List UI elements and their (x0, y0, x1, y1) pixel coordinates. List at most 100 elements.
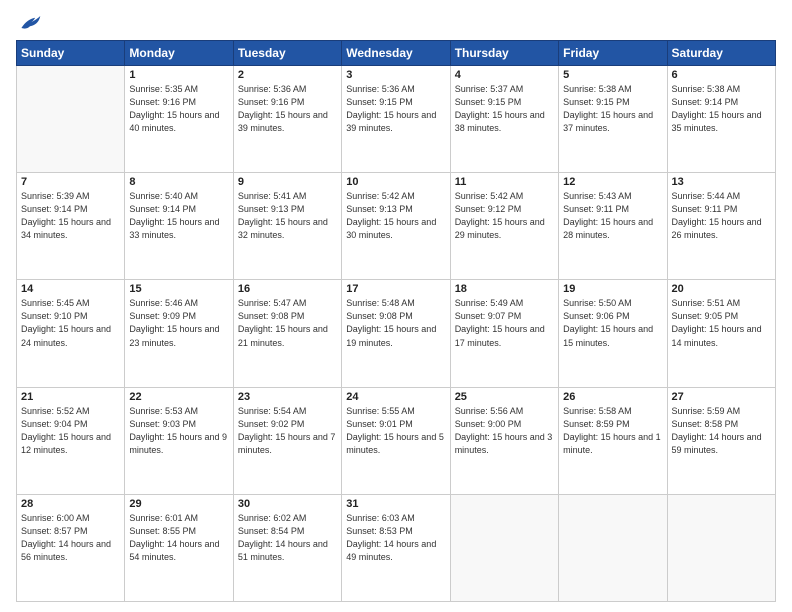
day-number: 15 (129, 283, 228, 295)
day-info: Sunrise: 6:01 AM Sunset: 8:55 PM Dayligh… (129, 512, 228, 564)
calendar-header-row: SundayMondayTuesdayWednesdayThursdayFrid… (17, 41, 776, 66)
day-info: Sunrise: 6:03 AM Sunset: 8:53 PM Dayligh… (346, 512, 445, 564)
day-info: Sunrise: 5:52 AM Sunset: 9:04 PM Dayligh… (21, 405, 120, 457)
calendar-cell (17, 66, 125, 173)
calendar-cell: 13 Sunrise: 5:44 AM Sunset: 9:11 PM Dayli… (667, 173, 775, 280)
calendar-cell: 20Sunrise: 5:51 AM Sunset: 9:05 PM Dayli… (667, 280, 775, 387)
calendar-cell: 11Sunrise: 5:42 AM Sunset: 9:12 PM Dayli… (450, 173, 558, 280)
calendar-week-row: 14 Sunrise: 5:45 AM Sunset: 9:10 PM Dayli… (17, 280, 776, 387)
day-number: 10 (346, 176, 445, 188)
calendar-week-row: 21Sunrise: 5:52 AM Sunset: 9:04 PM Dayli… (17, 387, 776, 494)
calendar-cell: 26 Sunrise: 5:58 AM Sunset: 8:59 PM Dayli… (559, 387, 667, 494)
day-info: Sunrise: 5:46 AM Sunset: 9:09 PM Dayligh… (129, 297, 228, 349)
col-header-saturday: Saturday (667, 41, 775, 66)
day-info: Sunrise: 5:42 AM Sunset: 9:13 PM Dayligh… (346, 190, 445, 242)
calendar-cell (667, 494, 775, 601)
day-info: Sunrise: 5:45 AM Sunset: 9:10 PM Dayligh… (21, 297, 120, 349)
calendar-cell: 30 Sunrise: 6:02 AM Sunset: 8:54 PM Dayli… (233, 494, 341, 601)
calendar-cell: 12Sunrise: 5:43 AM Sunset: 9:11 PM Dayli… (559, 173, 667, 280)
day-number: 4 (455, 69, 554, 81)
day-info: Sunrise: 5:42 AM Sunset: 9:12 PM Dayligh… (455, 190, 554, 242)
calendar-cell: 29 Sunrise: 6:01 AM Sunset: 8:55 PM Dayli… (125, 494, 233, 601)
day-info: Sunrise: 5:48 AM Sunset: 9:08 PM Dayligh… (346, 297, 445, 349)
calendar-cell (450, 494, 558, 601)
day-info: Sunrise: 5:40 AM Sunset: 9:14 PM Dayligh… (129, 190, 228, 242)
day-number: 13 (672, 176, 771, 188)
day-info: Sunrise: 5:56 AM Sunset: 9:00 PM Dayligh… (455, 405, 554, 457)
logo (16, 12, 42, 32)
day-number: 16 (238, 283, 337, 295)
calendar-cell: 9 Sunrise: 5:41 AM Sunset: 9:13 PM Daylig… (233, 173, 341, 280)
day-number: 14 (21, 283, 120, 295)
calendar-cell: 17 Sunrise: 5:48 AM Sunset: 9:08 PM Dayli… (342, 280, 450, 387)
calendar-cell: 3Sunrise: 5:36 AM Sunset: 9:15 PM Daylig… (342, 66, 450, 173)
col-header-thursday: Thursday (450, 41, 558, 66)
calendar-cell: 8 Sunrise: 5:40 AM Sunset: 9:14 PM Daylig… (125, 173, 233, 280)
calendar-cell (559, 494, 667, 601)
calendar-cell: 5 Sunrise: 5:38 AM Sunset: 9:15 PM Daylig… (559, 66, 667, 173)
day-info: Sunrise: 5:44 AM Sunset: 9:11 PM Dayligh… (672, 190, 771, 242)
page: SundayMondayTuesdayWednesdayThursdayFrid… (0, 0, 792, 612)
col-header-sunday: Sunday (17, 41, 125, 66)
calendar-cell: 19 Sunrise: 5:50 AM Sunset: 9:06 PM Dayli… (559, 280, 667, 387)
calendar-cell: 10 Sunrise: 5:42 AM Sunset: 9:13 PM Dayli… (342, 173, 450, 280)
day-info: Sunrise: 5:43 AM Sunset: 9:11 PM Dayligh… (563, 190, 662, 242)
day-info: Sunrise: 5:37 AM Sunset: 9:15 PM Dayligh… (455, 83, 554, 135)
calendar-week-row: 1 Sunrise: 5:35 AM Sunset: 9:16 PM Daylig… (17, 66, 776, 173)
day-number: 8 (129, 176, 228, 188)
day-info: Sunrise: 5:38 AM Sunset: 9:15 PM Dayligh… (563, 83, 662, 135)
calendar-table: SundayMondayTuesdayWednesdayThursdayFrid… (16, 40, 776, 602)
day-info: Sunrise: 5:58 AM Sunset: 8:59 PM Dayligh… (563, 405, 662, 457)
day-number: 29 (129, 498, 228, 510)
day-number: 24 (346, 391, 445, 403)
day-number: 1 (129, 69, 228, 81)
day-info: Sunrise: 5:39 AM Sunset: 9:14 PM Dayligh… (21, 190, 120, 242)
calendar-cell: 2Sunrise: 5:36 AM Sunset: 9:16 PM Daylig… (233, 66, 341, 173)
col-header-tuesday: Tuesday (233, 41, 341, 66)
calendar-cell: 16 Sunrise: 5:47 AM Sunset: 9:08 PM Dayli… (233, 280, 341, 387)
calendar-cell: 25 Sunrise: 5:56 AM Sunset: 9:00 PM Dayli… (450, 387, 558, 494)
day-info: Sunrise: 5:55 AM Sunset: 9:01 PM Dayligh… (346, 405, 445, 457)
calendar-cell: 31 Sunrise: 6:03 AM Sunset: 8:53 PM Dayli… (342, 494, 450, 601)
calendar-cell: 23Sunrise: 5:54 AM Sunset: 9:02 PM Dayli… (233, 387, 341, 494)
col-header-wednesday: Wednesday (342, 41, 450, 66)
day-number: 25 (455, 391, 554, 403)
calendar-cell: 28Sunrise: 6:00 AM Sunset: 8:57 PM Dayli… (17, 494, 125, 601)
calendar-week-row: 28Sunrise: 6:00 AM Sunset: 8:57 PM Dayli… (17, 494, 776, 601)
day-number: 5 (563, 69, 662, 81)
day-info: Sunrise: 6:02 AM Sunset: 8:54 PM Dayligh… (238, 512, 337, 564)
day-number: 22 (129, 391, 228, 403)
day-info: Sunrise: 5:59 AM Sunset: 8:58 PM Dayligh… (672, 405, 771, 457)
day-number: 9 (238, 176, 337, 188)
day-number: 18 (455, 283, 554, 295)
day-number: 19 (563, 283, 662, 295)
calendar-cell: 21Sunrise: 5:52 AM Sunset: 9:04 PM Dayli… (17, 387, 125, 494)
calendar-cell: 6Sunrise: 5:38 AM Sunset: 9:14 PM Daylig… (667, 66, 775, 173)
day-number: 17 (346, 283, 445, 295)
day-number: 26 (563, 391, 662, 403)
day-info: Sunrise: 5:53 AM Sunset: 9:03 PM Dayligh… (129, 405, 228, 457)
day-number: 30 (238, 498, 337, 510)
calendar-cell: 14 Sunrise: 5:45 AM Sunset: 9:10 PM Dayli… (17, 280, 125, 387)
day-number: 31 (346, 498, 445, 510)
day-number: 6 (672, 69, 771, 81)
col-header-friday: Friday (559, 41, 667, 66)
header (16, 12, 776, 32)
calendar-cell: 1 Sunrise: 5:35 AM Sunset: 9:16 PM Daylig… (125, 66, 233, 173)
day-info: Sunrise: 5:41 AM Sunset: 9:13 PM Dayligh… (238, 190, 337, 242)
calendar-week-row: 7 Sunrise: 5:39 AM Sunset: 9:14 PM Daylig… (17, 173, 776, 280)
calendar-cell: 27 Sunrise: 5:59 AM Sunset: 8:58 PM Dayli… (667, 387, 775, 494)
day-info: Sunrise: 5:36 AM Sunset: 9:15 PM Dayligh… (346, 83, 445, 135)
day-info: Sunrise: 5:47 AM Sunset: 9:08 PM Dayligh… (238, 297, 337, 349)
calendar-cell: 24 Sunrise: 5:55 AM Sunset: 9:01 PM Dayli… (342, 387, 450, 494)
calendar-cell: 4 Sunrise: 5:37 AM Sunset: 9:15 PM Daylig… (450, 66, 558, 173)
logo-bird-icon (18, 12, 42, 32)
day-number: 27 (672, 391, 771, 403)
day-info: Sunrise: 5:35 AM Sunset: 9:16 PM Dayligh… (129, 83, 228, 135)
day-info: Sunrise: 5:50 AM Sunset: 9:06 PM Dayligh… (563, 297, 662, 349)
day-number: 28 (21, 498, 120, 510)
calendar-cell: 7 Sunrise: 5:39 AM Sunset: 9:14 PM Daylig… (17, 173, 125, 280)
day-info: Sunrise: 5:36 AM Sunset: 9:16 PM Dayligh… (238, 83, 337, 135)
day-number: 23 (238, 391, 337, 403)
day-number: 7 (21, 176, 120, 188)
